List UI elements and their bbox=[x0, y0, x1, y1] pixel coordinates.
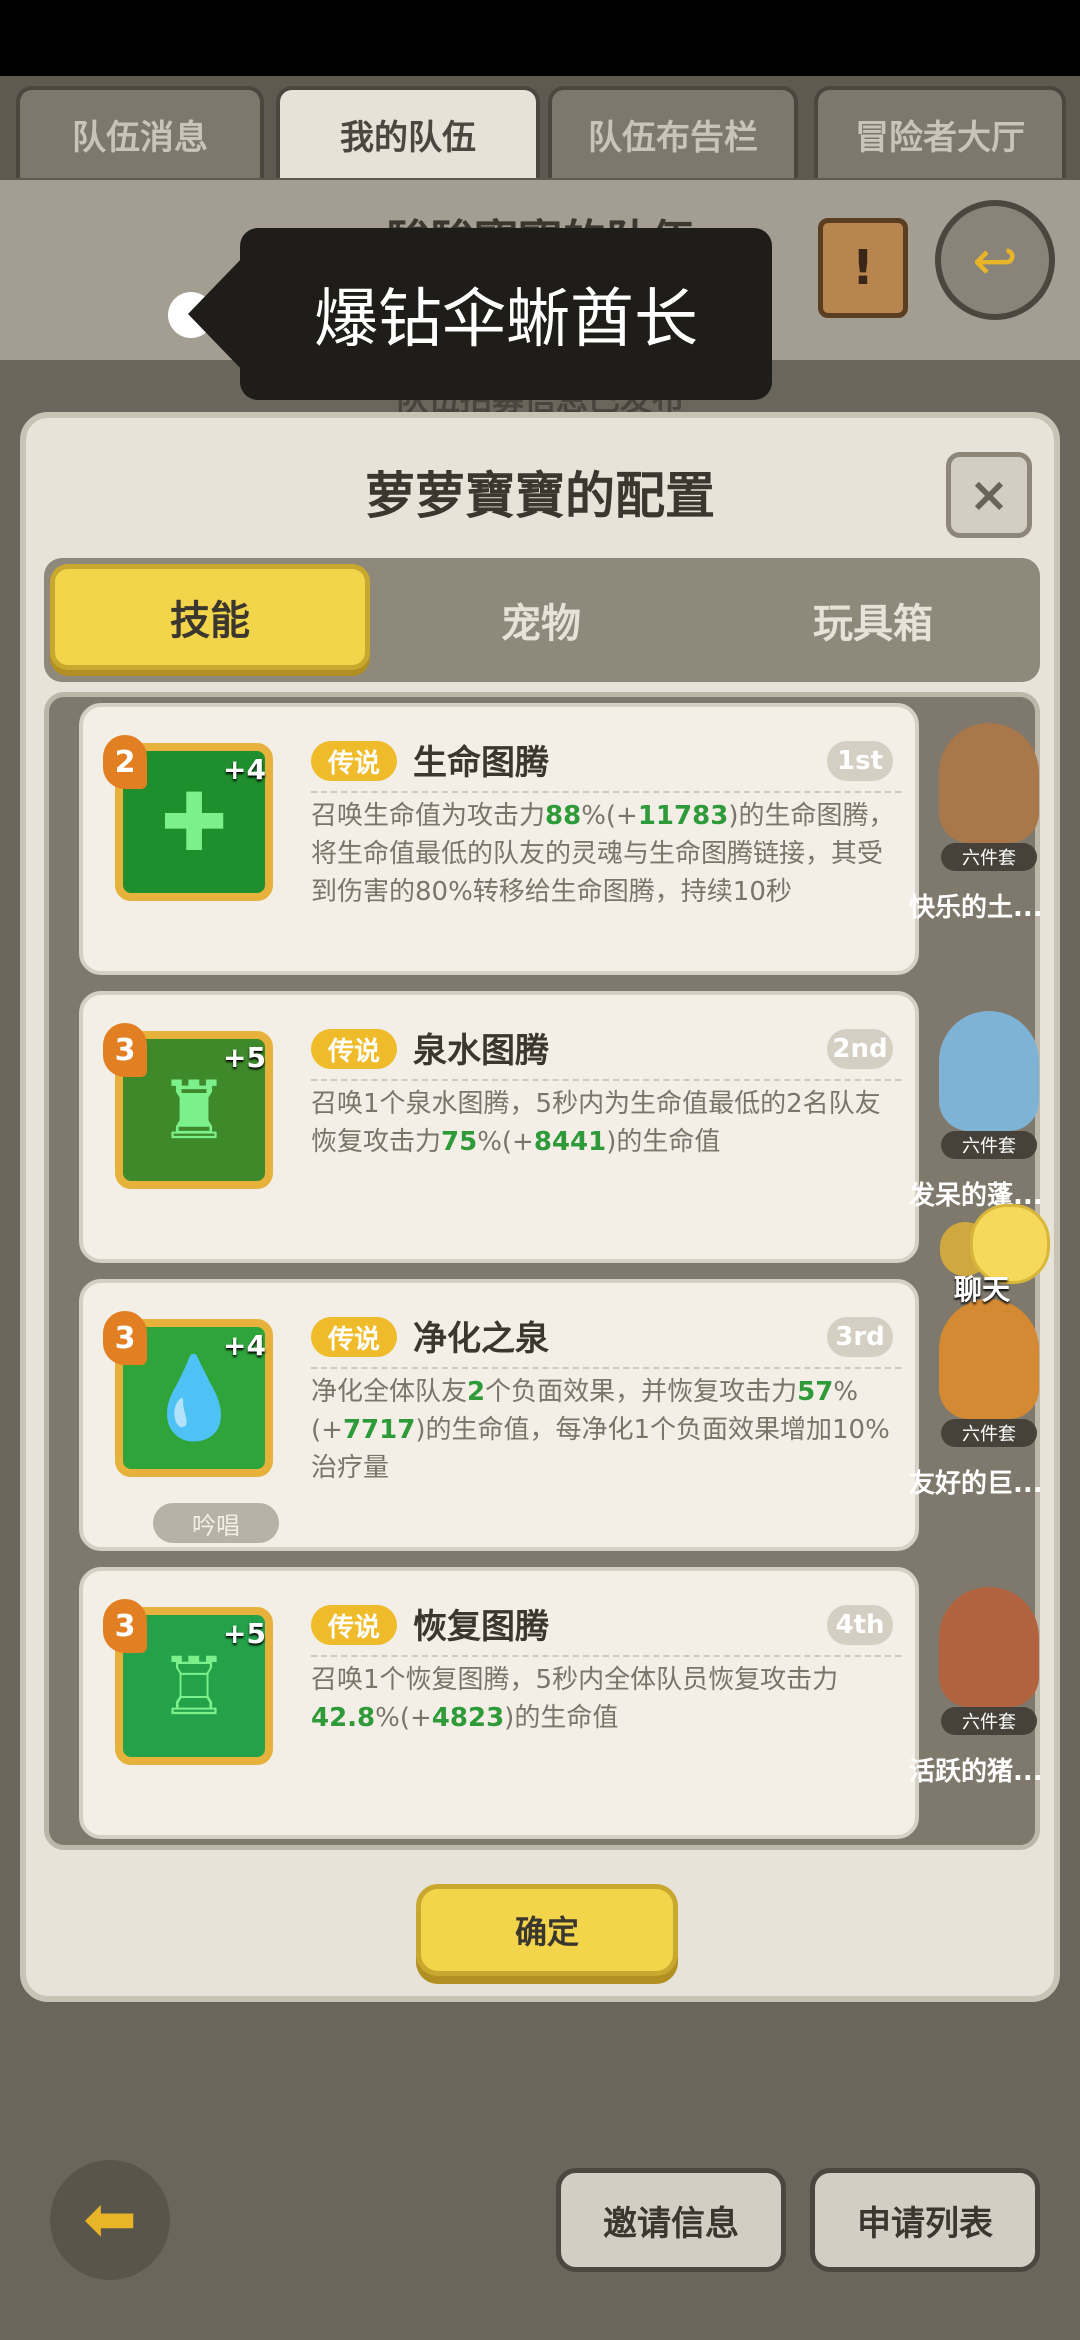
pet-set-tag: 六件套 bbox=[941, 1419, 1037, 1447]
rarity-badge: 传说 bbox=[311, 1605, 397, 1645]
apply-list-button[interactable]: 申请列表 bbox=[810, 2168, 1040, 2272]
tab-adventurer-hall[interactable]: 冒险者大厅 bbox=[814, 86, 1066, 178]
chant-tag: 吟唱 bbox=[153, 1503, 279, 1543]
status-bar bbox=[0, 0, 1080, 76]
pet-set-tag: 六件套 bbox=[941, 843, 1037, 871]
skill-plus-badge: +5 bbox=[223, 1617, 266, 1650]
segment-control: 技能 宠物 玩具箱 bbox=[44, 558, 1040, 682]
pet-name: 友好的巨... bbox=[909, 1469, 1043, 1499]
skill-card[interactable]: ♜ 3 +5 传说 泉水图腾 2nd 召唤1个泉水图腾，5秒内为生命值最低的2名… bbox=[79, 991, 919, 1263]
loadout-modal: 萝萝寶寶的配置 × 技能 宠物 玩具箱 ✚ 2 +4 传说 生命图腾 1st 召… bbox=[20, 412, 1060, 2002]
skill-rank-badge: 4th bbox=[827, 1605, 893, 1645]
divider bbox=[311, 1655, 901, 1657]
divider bbox=[311, 791, 901, 793]
segment-pets[interactable]: 宠物 bbox=[376, 558, 706, 682]
skill-rank-badge: 3rd bbox=[827, 1317, 893, 1357]
tab-my-team[interactable]: 我的队伍 bbox=[276, 86, 540, 178]
skill-level-badge: 3 bbox=[103, 1599, 147, 1653]
skill-description: 召唤1个恢复图腾，5秒内全体队员恢复攻击力42.8%(+4823)的生命值 bbox=[311, 1665, 839, 1733]
pet-avatar bbox=[939, 1587, 1039, 1707]
rarity-badge: 传说 bbox=[311, 1317, 397, 1357]
skill-description: 净化全体队友2个负面效果，并恢复攻击力57%(+7717)的生命值，每净化1个负… bbox=[311, 1377, 890, 1483]
divider bbox=[311, 1367, 901, 1369]
tooltip-bubble: 爆钻伞蜥酋长 bbox=[240, 228, 772, 400]
top-tab-bar: 队伍消息 我的队伍 队伍布告栏 冒险者大厅 bbox=[0, 76, 1080, 180]
pet-set-tag: 六件套 bbox=[941, 1707, 1037, 1735]
confirm-button[interactable]: 确定 bbox=[416, 1884, 678, 1976]
pet-slot[interactable]: 六件套 快乐的土... bbox=[909, 703, 1049, 975]
skill-name: 恢复图腾 bbox=[413, 1607, 549, 1647]
rarity-badge: 传说 bbox=[311, 1029, 397, 1069]
back-arrow-icon[interactable]: ⬅ bbox=[50, 2160, 170, 2280]
divider bbox=[311, 1079, 901, 1081]
skill-card[interactable]: ✚ 2 +4 传说 生命图腾 1st 召唤生命值为攻击力88%(+11783)的… bbox=[79, 703, 919, 975]
skill-level-badge: 2 bbox=[103, 735, 147, 789]
return-icon[interactable]: ↩ bbox=[935, 200, 1055, 320]
skill-card[interactable]: ♖ 3 +5 传说 恢复图腾 4th 召唤1个恢复图腾，5秒内全体队员恢复攻击力… bbox=[79, 1567, 919, 1839]
segment-skills[interactable]: 技能 bbox=[50, 564, 370, 670]
skill-description: 召唤生命值为攻击力88%(+11783)的生命图腾，将生命值最低的队友的灵魂与生… bbox=[311, 801, 895, 907]
skill-name: 泉水图腾 bbox=[413, 1031, 549, 1071]
tab-team-board[interactable]: 队伍布告栏 bbox=[548, 86, 798, 178]
invite-info-button[interactable]: 邀请信息 bbox=[556, 2168, 786, 2272]
skill-name: 生命图腾 bbox=[413, 743, 549, 783]
skill-list[interactable]: ✚ 2 +4 传说 生命图腾 1st 召唤生命值为攻击力88%(+11783)的… bbox=[44, 692, 1043, 1850]
notice-scroll-icon[interactable]: ! bbox=[818, 218, 908, 318]
chat-label: 聊天 bbox=[954, 1273, 1011, 1306]
close-button[interactable]: × bbox=[946, 452, 1032, 538]
pet-slot[interactable]: 六件套 活跃的猪... bbox=[909, 1567, 1049, 1839]
chat-button[interactable]: 聊天 bbox=[940, 1204, 1050, 1306]
pet-set-tag: 六件套 bbox=[941, 1131, 1037, 1159]
pet-avatar bbox=[939, 723, 1039, 843]
pet-avatar bbox=[939, 1011, 1039, 1131]
segment-toybox[interactable]: 玩具箱 bbox=[710, 558, 1036, 682]
skill-plus-badge: +4 bbox=[223, 1329, 266, 1362]
skill-name: 净化之泉 bbox=[413, 1319, 549, 1359]
pet-avatar bbox=[939, 1299, 1039, 1419]
tooltip-arrow bbox=[188, 256, 244, 372]
modal-title: 萝萝寶寶的配置 bbox=[365, 467, 715, 525]
skill-rank-badge: 1st bbox=[827, 741, 893, 781]
pet-name: 快乐的土... bbox=[909, 893, 1043, 923]
rarity-badge: 传说 bbox=[311, 741, 397, 781]
tab-team-messages[interactable]: 队伍消息 bbox=[16, 86, 264, 178]
pet-slot[interactable]: 六件套 友好的巨... bbox=[909, 1279, 1049, 1551]
skill-level-badge: 3 bbox=[103, 1311, 147, 1365]
skill-rank-badge: 2nd bbox=[827, 1029, 893, 1069]
skill-card[interactable]: 💧 3 +4 吟唱 传说 净化之泉 3rd 净化全体队友2个负面效果，并恢复攻击… bbox=[79, 1279, 919, 1551]
pet-name: 活跃的猪... bbox=[909, 1757, 1043, 1787]
skill-level-badge: 3 bbox=[103, 1023, 147, 1077]
skill-plus-badge: +5 bbox=[223, 1041, 266, 1074]
skill-plus-badge: +4 bbox=[223, 753, 266, 786]
skill-description: 召唤1个泉水图腾，5秒内为生命值最低的2名队友恢复攻击力75%(+8441)的生… bbox=[311, 1089, 881, 1157]
